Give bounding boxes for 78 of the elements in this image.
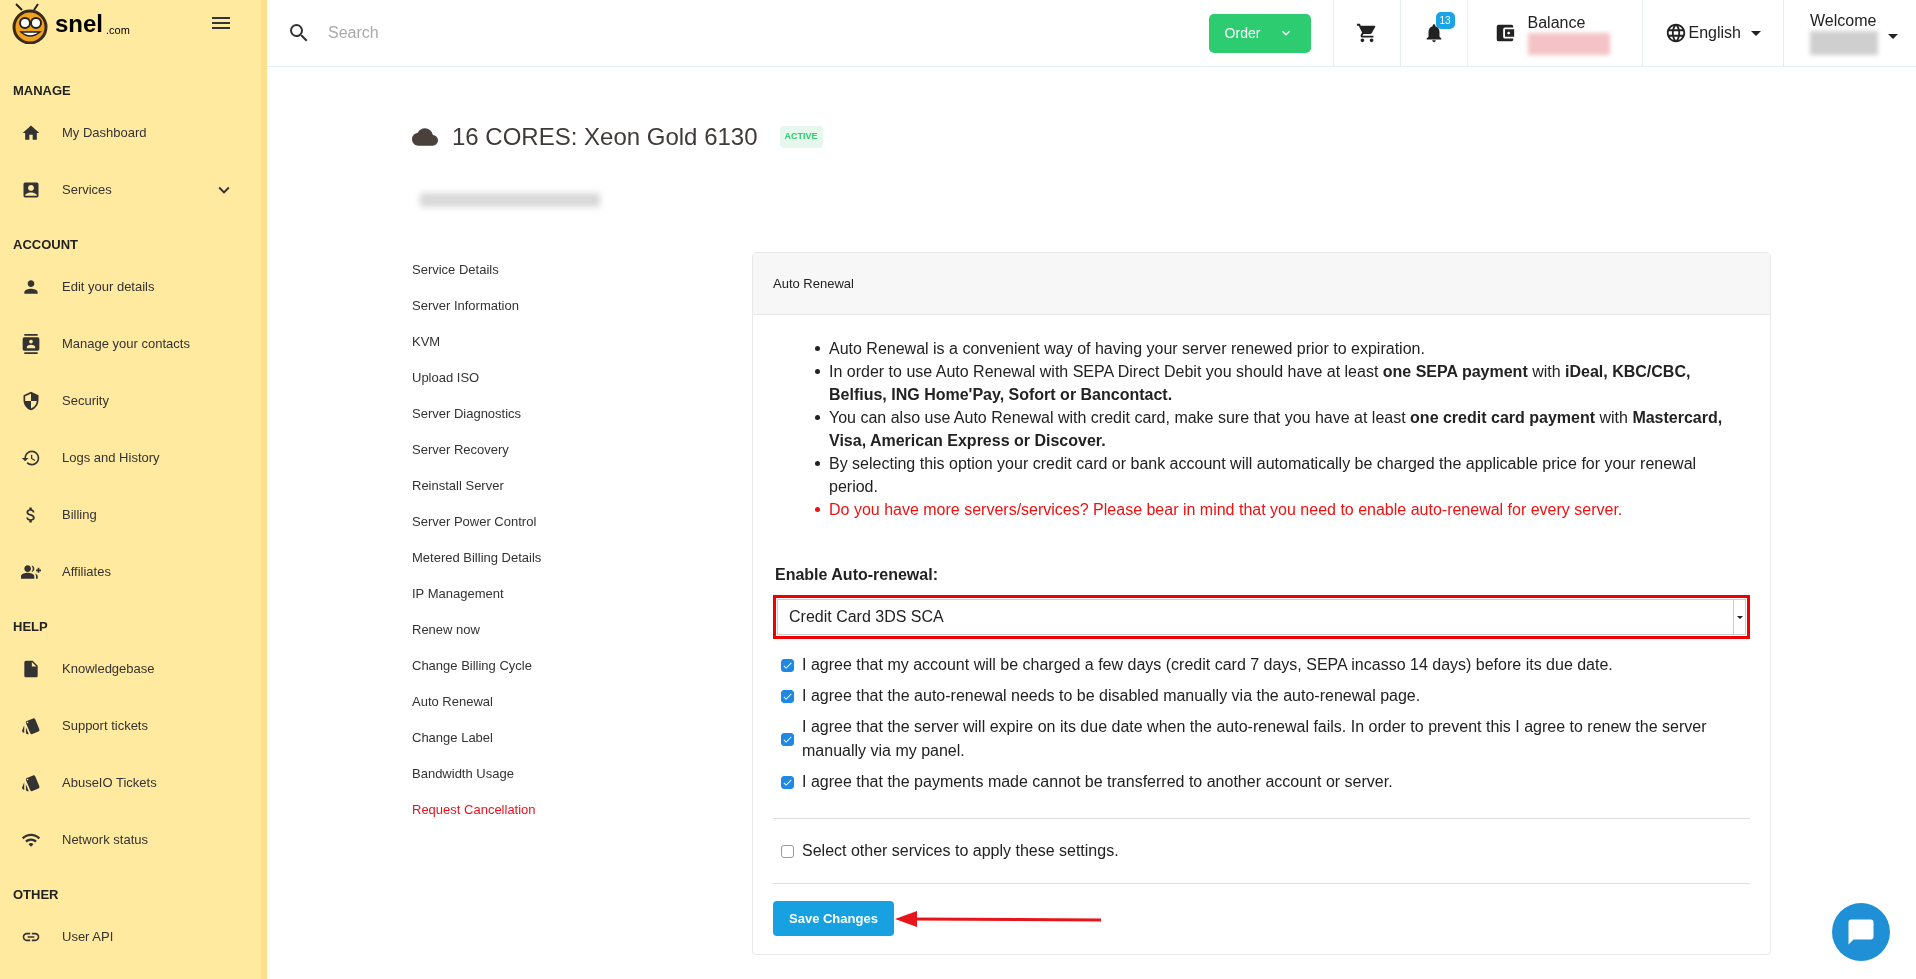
subnav-link[interactable]: Server Power Control bbox=[412, 504, 752, 540]
sidebar-item[interactable]: Logs and History bbox=[0, 429, 261, 486]
section-heading: HELP bbox=[12, 618, 49, 637]
subnav-link[interactable]: Metered Billing Details bbox=[412, 540, 752, 576]
select-label: Enable Auto-renewal: bbox=[775, 565, 939, 585]
sidebar-item[interactable]: Affiliates bbox=[0, 543, 261, 600]
status-badge: ACTIVE bbox=[779, 126, 823, 148]
payment-method-select[interactable]: Credit Card 3DS SCA bbox=[777, 599, 1746, 635]
language-selector[interactable]: English bbox=[1642, 0, 1784, 66]
cart-icon[interactable] bbox=[1355, 22, 1378, 44]
warning-note: Do you have more servers/services? Please bear in mind that you need to enable auto-renewal for every server. bbox=[829, 500, 1623, 520]
caret-icon bbox=[1736, 615, 1743, 619]
sidebar-item[interactable]: Services bbox=[0, 161, 261, 218]
checkbox[interactable] bbox=[781, 775, 794, 789]
info-note: You can also use Auto Renewal with credit card, make sure that you have at least one credit card payment with Mastercard, Visa, American Express or Discover. bbox=[829, 408, 1724, 451]
shield-icon bbox=[21, 390, 41, 411]
search-field[interactable]: Search bbox=[328, 21, 728, 45]
balance-label: Balance bbox=[1527, 13, 1587, 33]
subnav-link[interactable]: Change Label bbox=[412, 720, 752, 756]
document-icon bbox=[21, 658, 41, 679]
subnav-link[interactable]: KVM bbox=[412, 324, 752, 360]
subnav-link[interactable]: Reinstall Server bbox=[412, 468, 752, 504]
bullet-icon bbox=[815, 461, 820, 466]
caret-icon bbox=[1751, 30, 1761, 36]
bullet-icon bbox=[815, 415, 820, 420]
subnav-link[interactable]: Auto Renewal bbox=[412, 684, 752, 720]
checkbox[interactable] bbox=[781, 658, 794, 672]
cards-icon bbox=[21, 772, 41, 793]
subnav-link[interactable]: Renew now bbox=[412, 612, 752, 648]
service-title: 16 CORES: Xeon Gold 6130 bbox=[452, 122, 758, 152]
chat-button[interactable] bbox=[1832, 903, 1890, 961]
sidebar-item[interactable]: Security bbox=[0, 372, 261, 429]
bullet-icon bbox=[815, 507, 820, 512]
info-note: In order to use Auto Renewal with SEPA Direct Debit you should have at least one SEPA payment with iDeal, KBC/CBC, Belfius, ING Home'Pay, Sofort or Bancontact. bbox=[829, 362, 1692, 405]
sidebar-item[interactable]: AbuseIO Tickets bbox=[0, 754, 261, 811]
agreement-text: I agree that the auto-renewal needs to be disabled manually via the auto-renewal page. bbox=[802, 686, 1421, 706]
sidebar-item[interactable]: Support tickets bbox=[0, 697, 261, 754]
agreement-text: I agree that the server will expire on its due date when the auto-renewal fails. In order to prevent this I agree to renew the server manually via my panel. bbox=[802, 717, 1708, 761]
subnav-link[interactable]: Change Billing Cycle bbox=[412, 648, 752, 684]
section-heading: ACCOUNT bbox=[12, 236, 79, 255]
logo-suffix: .com bbox=[106, 25, 130, 36]
sidebar-item[interactable]: Knowledgebase bbox=[0, 640, 261, 697]
bullet-icon bbox=[815, 346, 820, 351]
card-title: Auto Renewal bbox=[773, 274, 854, 293]
sidebar-item[interactable]: Network status bbox=[0, 811, 261, 868]
bullet-icon bbox=[815, 369, 820, 374]
subnav-link[interactable]: Server Diagnostics bbox=[412, 396, 752, 432]
subnav-link[interactable]: Server Recovery bbox=[412, 432, 752, 468]
notification-badge: 13 bbox=[1435, 12, 1455, 29]
blurred-username bbox=[1810, 31, 1878, 55]
checkbox[interactable] bbox=[781, 844, 794, 858]
sidebar-item[interactable]: Billing bbox=[0, 486, 261, 543]
checkbox[interactable] bbox=[781, 689, 794, 703]
user-menu[interactable]: Welcome bbox=[1784, 0, 1916, 66]
caret-icon bbox=[1888, 33, 1898, 39]
checkbox-label: Select other services to apply these settings. bbox=[802, 841, 1119, 861]
sidebar-item[interactable]: Edit your details bbox=[0, 258, 261, 315]
subnav-link[interactable]: Bandwidth Usage bbox=[412, 756, 752, 792]
info-note: By selecting this option your credit card or bank account will automatically be charged the applicable price for your renewal period. bbox=[829, 454, 1698, 497]
subnav-link[interactable]: Request Cancellation bbox=[412, 792, 752, 828]
cards-icon bbox=[21, 715, 41, 736]
subnav-link[interactable]: Service Details bbox=[412, 252, 752, 288]
section-heading: OTHER bbox=[12, 886, 60, 905]
logo-text: snel bbox=[55, 12, 104, 36]
subnav-link[interactable]: IP Management bbox=[412, 576, 752, 612]
agreement-text: I agree that the payments made cannot be transferred to another account or server. bbox=[802, 772, 1393, 792]
checkbox[interactable] bbox=[781, 732, 794, 746]
section-heading: MANAGE bbox=[12, 82, 72, 101]
info-note: Auto Renewal is a convenient way of having your server renewed prior to expiration. bbox=[829, 339, 1425, 359]
sidebar-item[interactable]: User API bbox=[0, 908, 261, 965]
sidebar-item[interactable]: Manage your contacts bbox=[0, 315, 261, 372]
subnav-link[interactable]: Upload ISO bbox=[412, 360, 752, 396]
contact-card-icon bbox=[21, 333, 41, 354]
sidebar-item[interactable]: My Dashboard bbox=[0, 104, 261, 161]
chat-icon bbox=[1846, 917, 1876, 947]
subnav-link[interactable]: Server Information bbox=[412, 288, 752, 324]
agreement-text: I agree that my account will be charged a few days (credit card 7 days, SEPA incasso 14 days) before its due date. bbox=[802, 655, 1613, 675]
globe-icon bbox=[1664, 22, 1687, 44]
